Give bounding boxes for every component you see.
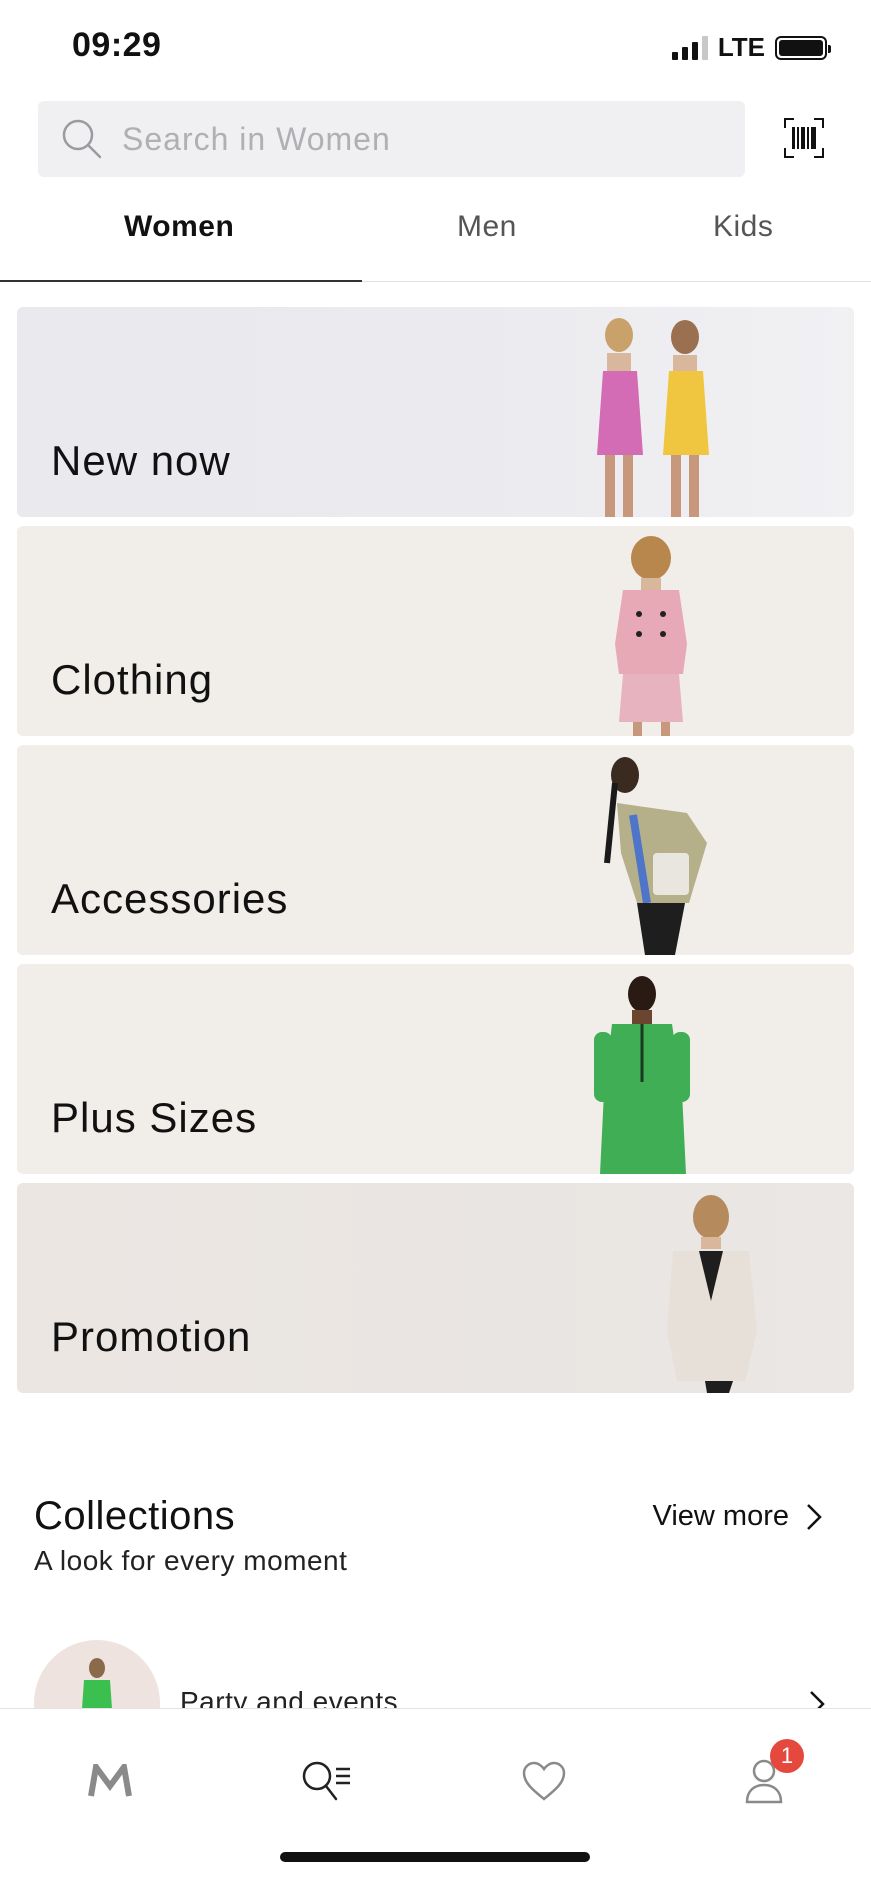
chevron-right-icon xyxy=(807,1503,822,1530)
category-label: Promotion xyxy=(51,1313,252,1360)
notification-badge: 1 xyxy=(770,1739,804,1773)
view-more-button[interactable]: View more xyxy=(653,1500,823,1533)
status-time: 09:29 xyxy=(72,26,162,64)
collection-label: Party and events xyxy=(180,1686,399,1708)
collection-thumbnail xyxy=(34,1640,160,1708)
category-label: Accessories xyxy=(51,875,289,922)
status-indicators: LTE xyxy=(671,32,831,63)
heart-icon xyxy=(522,1761,566,1801)
status-bar: 09:29 LTE xyxy=(0,0,871,96)
collections-title: Collections xyxy=(34,1494,236,1538)
category-card-accessories[interactable]: Accessories xyxy=(17,745,854,955)
view-more-label: View more xyxy=(652,1500,789,1532)
collections-subtitle: A look for every moment xyxy=(34,1545,348,1576)
nav-favorites[interactable] xyxy=(514,1751,574,1811)
category-card-plus-sizes[interactable]: Plus Sizes xyxy=(17,964,854,1174)
search-icon xyxy=(62,119,102,159)
chevron-right-icon xyxy=(810,1691,825,1708)
model-photo xyxy=(667,1195,757,1393)
model-photo xyxy=(615,536,687,736)
search-bar[interactable] xyxy=(38,101,745,177)
search-input[interactable] xyxy=(122,120,722,158)
battery-icon xyxy=(775,35,831,60)
models-photo xyxy=(597,318,709,517)
barcode-scan-icon[interactable] xyxy=(784,118,824,158)
category-label: Clothing xyxy=(51,656,214,703)
active-tab-indicator xyxy=(0,280,362,282)
model-photo xyxy=(604,757,707,955)
network-label: LTE xyxy=(717,32,765,62)
tab-kids[interactable]: Kids xyxy=(713,210,773,244)
search-menu-icon xyxy=(302,1761,350,1801)
category-label: New now xyxy=(51,437,231,484)
gender-tabs: Women Men Kids xyxy=(0,200,871,282)
home-indicator xyxy=(280,1852,590,1862)
category-card-clothing[interactable]: Clothing xyxy=(17,526,854,736)
mango-logo-icon xyxy=(88,1764,132,1797)
category-label: Plus Sizes xyxy=(51,1094,258,1141)
nav-home[interactable] xyxy=(80,1751,140,1811)
tab-women[interactable]: Women xyxy=(124,210,234,244)
model-photo xyxy=(594,976,690,1174)
nav-search[interactable] xyxy=(296,1751,356,1811)
category-card-promotion[interactable]: Promotion xyxy=(17,1183,854,1393)
tab-men[interactable]: Men xyxy=(457,210,517,244)
category-card-new-now[interactable]: New now xyxy=(17,307,854,517)
signal-icon xyxy=(671,35,708,60)
collection-item-party[interactable]: Party and events xyxy=(0,1636,871,1708)
